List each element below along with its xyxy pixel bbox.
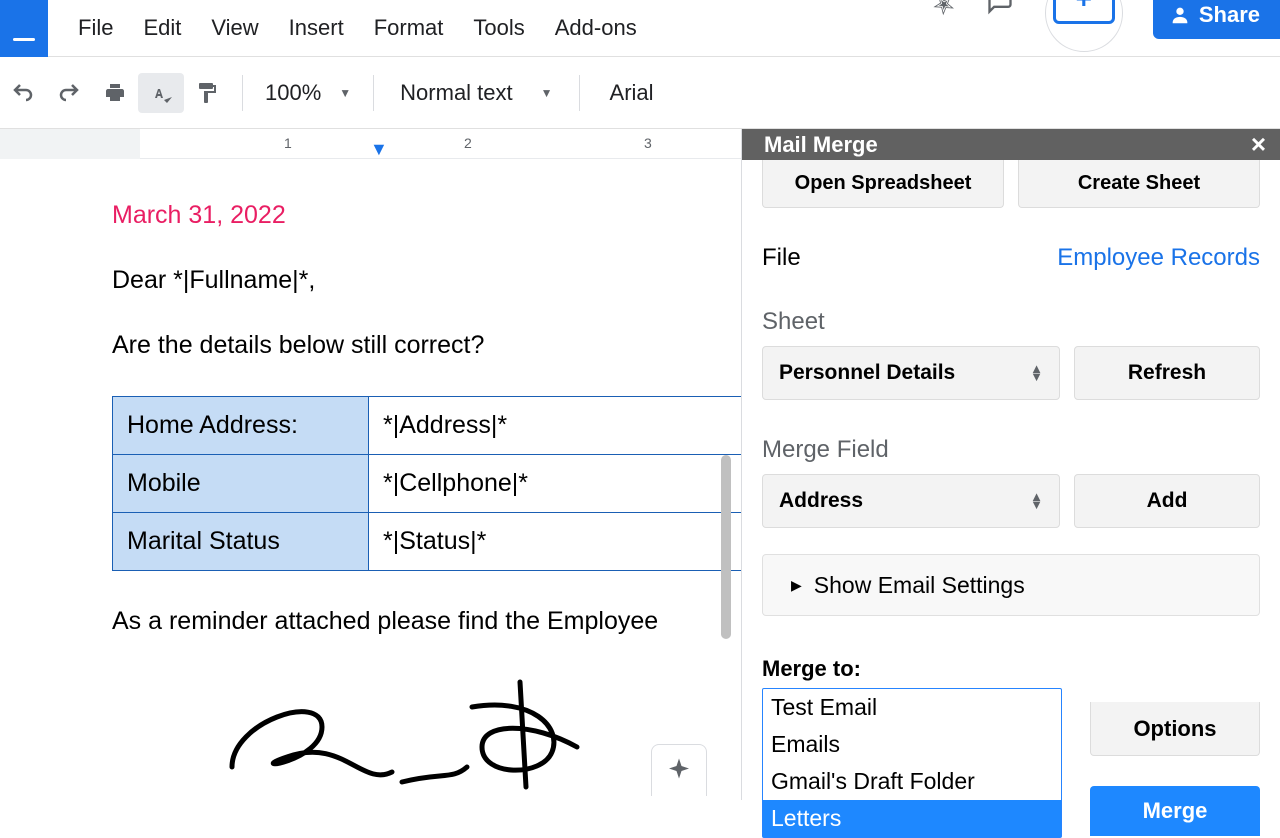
share-label: Share [1199,2,1260,28]
font-dropdown[interactable]: Arial [592,80,672,106]
cell-label: Marital Status [113,513,369,571]
menu-edit[interactable]: Edit [143,15,181,41]
toolbar: 100% ▼ Normal text ▼ Arial [0,57,1280,129]
cell-value: *|Status|* [369,513,742,571]
menu-format[interactable]: Format [374,15,444,41]
explore-icon [664,756,694,786]
merge-field-label: Merge Field [762,436,1260,464]
menu-file[interactable]: File [78,15,113,41]
sort-arrows-icon: ▲▼ [1030,365,1043,381]
menu-list: File Edit View Insert Format Tools Add-o… [78,15,637,41]
create-sheet-button[interactable]: Create Sheet [1018,160,1260,208]
plus-icon: + [1076,0,1092,15]
add-button[interactable]: Add [1074,474,1260,528]
email-settings-label: Show Email Settings [814,572,1025,599]
chevron-down-icon: ▼ [339,86,351,100]
document-body[interactable]: March 31, 2022 Dear *|Fullname|*, Are th… [0,159,741,797]
explore-button[interactable] [651,744,707,796]
document-pane: 1 ▼ 2 3 March 31, 2022 Dear *|Fullname|*… [0,129,741,800]
menu-insert[interactable]: Insert [289,15,344,41]
ruler-tick-2: 2 [464,135,472,151]
docs-logo[interactable] [0,0,48,57]
ruler[interactable]: 1 ▼ 2 3 [0,129,741,159]
merge-to-listbox[interactable]: Test Email Emails Gmail's Draft Folder L… [762,688,1062,838]
panel-header: Mail Merge × [742,129,1280,160]
menubar: File Edit View Insert Format Tools Add-o… [0,0,1280,57]
table-row: Mobile *|Cellphone|* [113,455,742,513]
question-text: Are the details below still correct? [112,331,741,360]
print-button[interactable] [92,73,138,113]
menu-view[interactable]: View [211,15,258,41]
chevron-down-icon: ▼ [541,86,553,100]
paint-format-button[interactable] [184,73,230,113]
show-email-settings[interactable]: ▶ Show Email Settings [762,554,1260,616]
table-row: Marital Status *|Status|* [113,513,742,571]
cell-value: *|Cellphone|* [369,455,742,513]
date-text: March 31, 2022 [112,201,741,230]
paragraph-style-dropdown[interactable]: Normal text ▼ [386,80,566,106]
menu-tools[interactable]: Tools [473,15,524,41]
sheet-select[interactable]: Personnel Details ▲▼ [762,346,1060,400]
menu-addons[interactable]: Add-ons [555,15,637,41]
indent-marker-icon[interactable]: ▼ [370,139,388,160]
merge-to-label: Merge to: [762,656,1260,682]
option-emails[interactable]: Emails [763,726,1061,763]
style-value: Normal text [400,80,512,106]
share-button[interactable]: Share [1153,0,1280,39]
present-circle: + [1045,0,1123,52]
sheet-label: Sheet [762,308,1260,336]
cell-value: *|Address|* [369,397,742,455]
spellcheck-button[interactable] [138,73,184,113]
file-link[interactable]: Employee Records [1057,244,1260,272]
mail-merge-panel: Mail Merge × Open Spreadsheet Create She… [741,129,1280,800]
option-gmail-drafts[interactable]: Gmail's Draft Folder [763,763,1061,800]
file-label: File [762,244,801,272]
comment-icon[interactable] [985,0,1015,22]
open-spreadsheet-button[interactable]: Open Spreadsheet [762,160,1004,208]
merge-field-select[interactable]: Address ▲▼ [762,474,1060,528]
greeting-text: Dear *|Fullname|*, [112,266,741,295]
close-icon[interactable]: × [1251,129,1266,160]
zoom-value: 100% [265,80,321,106]
merge-fields-table: Home Address: *|Address|* Mobile *|Cellp… [112,396,741,571]
zoom-dropdown[interactable]: 100% ▼ [255,80,361,106]
panel-title: Mail Merge [764,132,878,158]
option-letters[interactable]: Letters [763,800,1061,837]
person-icon [1169,4,1191,26]
sort-arrows-icon: ▲▼ [1030,493,1043,509]
table-row: Home Address: *|Address|* [113,397,742,455]
ruler-tick-1: 1 [284,135,292,151]
merge-button[interactable]: Merge [1090,786,1260,836]
cell-label: Home Address: [113,397,369,455]
undo-button[interactable] [0,73,46,113]
ruler-tick-3: 3 [644,135,652,151]
history-icon[interactable]: ✭ [926,0,963,23]
cell-label: Mobile [113,455,369,513]
refresh-button[interactable]: Refresh [1074,346,1260,400]
option-test-email[interactable]: Test Email [763,689,1061,726]
present-button[interactable]: + [1053,0,1115,24]
scrollbar-thumb[interactable] [721,455,731,639]
redo-button[interactable] [46,73,92,113]
triangle-right-icon: ▶ [791,577,802,594]
signature-image [112,672,741,797]
reminder-text: As a reminder attached please find the E… [112,607,741,636]
options-button[interactable]: Options [1090,702,1260,756]
field-value: Address [779,489,863,513]
sheet-value: Personnel Details [779,361,955,385]
